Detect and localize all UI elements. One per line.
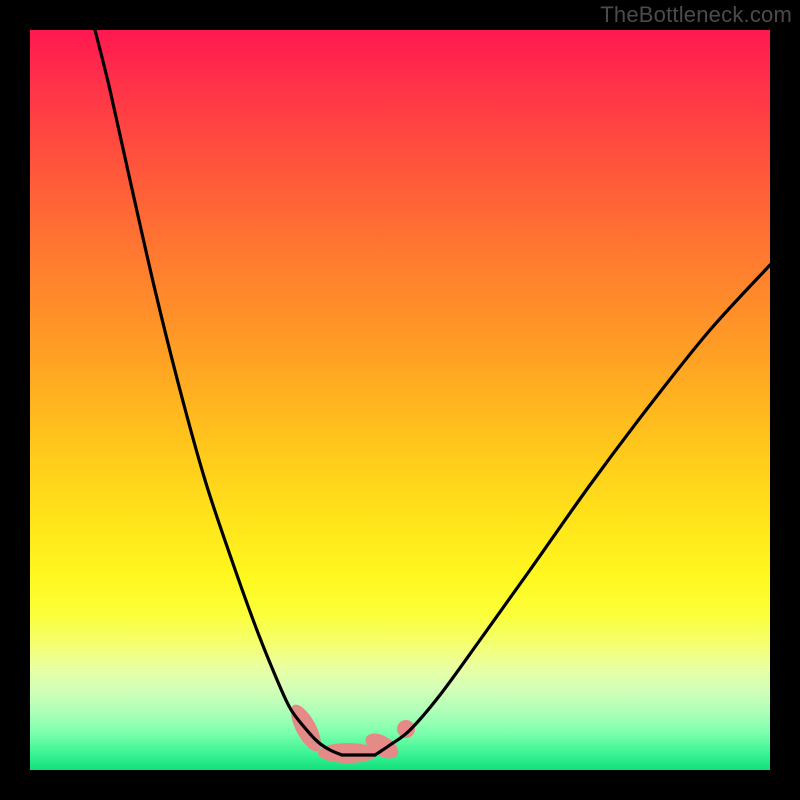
watermark-text: TheBottleneck.com xyxy=(600,2,792,28)
series-right-curve xyxy=(375,265,770,755)
line-group xyxy=(95,30,770,755)
series-left-curve xyxy=(95,30,342,755)
curve-layer xyxy=(30,30,770,770)
outer-frame: TheBottleneck.com xyxy=(0,0,800,800)
plot-area xyxy=(30,30,770,770)
